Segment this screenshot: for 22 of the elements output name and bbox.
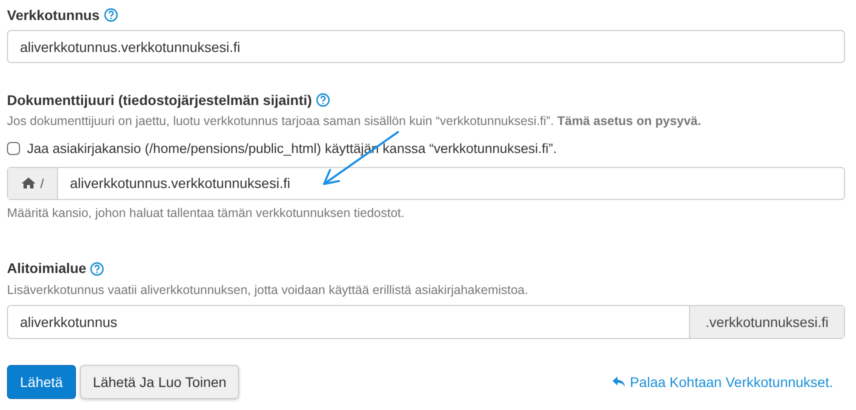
home-icon: [21, 177, 36, 190]
field-label: Alitoimialue: [7, 259, 86, 278]
path-prefix: /: [40, 174, 44, 192]
field-label: Dokumenttijuuri (tiedostojärjestelmän sijainti): [7, 90, 312, 110]
domain-input[interactable]: aliverkkotunnus.verkkotunnuksesi.fi: [7, 30, 845, 63]
submit-and-create-button[interactable]: Lähetä Ja Luo Toinen: [80, 365, 240, 400]
checkbox[interactable]: [7, 142, 20, 156]
help-text: Jos dokumenttijuuri on jaettu, luotu verkkotunnus tarjoaa saman sisällön kuin “verkkotunnuksesi.fi”. Tämä asetus on pysyvä.: [7, 113, 702, 130]
path-input-group[interactable]: / aliverkkotunnus.verkkotunnuksesi.fi: [7, 166, 845, 200]
subdomain-input-group[interactable]: aliverkkotunnus .verkkotunnuksesi.fi: [7, 305, 845, 340]
help-icon[interactable]: [104, 8, 118, 22]
reply-icon: [612, 376, 626, 388]
path-input[interactable]: aliverkkotunnus.verkkotunnuksesi.fi: [58, 168, 302, 199]
field-label: Verkkotunnus: [7, 6, 100, 24]
help-icon[interactable]: [316, 93, 330, 107]
help-icon[interactable]: [90, 262, 104, 276]
back-link[interactable]: Palaa Kohtaan Verkkotunnukset.: [612, 372, 833, 393]
domain-suffix: .verkkotunnuksesi.fi: [689, 306, 844, 338]
hint-text: Määritä kansio, johon haluat tallentaa tämän verkkotunnuksen tiedostot.: [7, 204, 406, 222]
submit-button[interactable]: Lähetä: [7, 365, 76, 400]
help-text: Lisäverkkotunnus vaatii aliverkkotunnuksen, jotta voidaan käyttää erillistä asiakirjahakemistoa.: [7, 282, 530, 299]
subdomain-input[interactable]: aliverkkotunnus: [8, 306, 689, 338]
